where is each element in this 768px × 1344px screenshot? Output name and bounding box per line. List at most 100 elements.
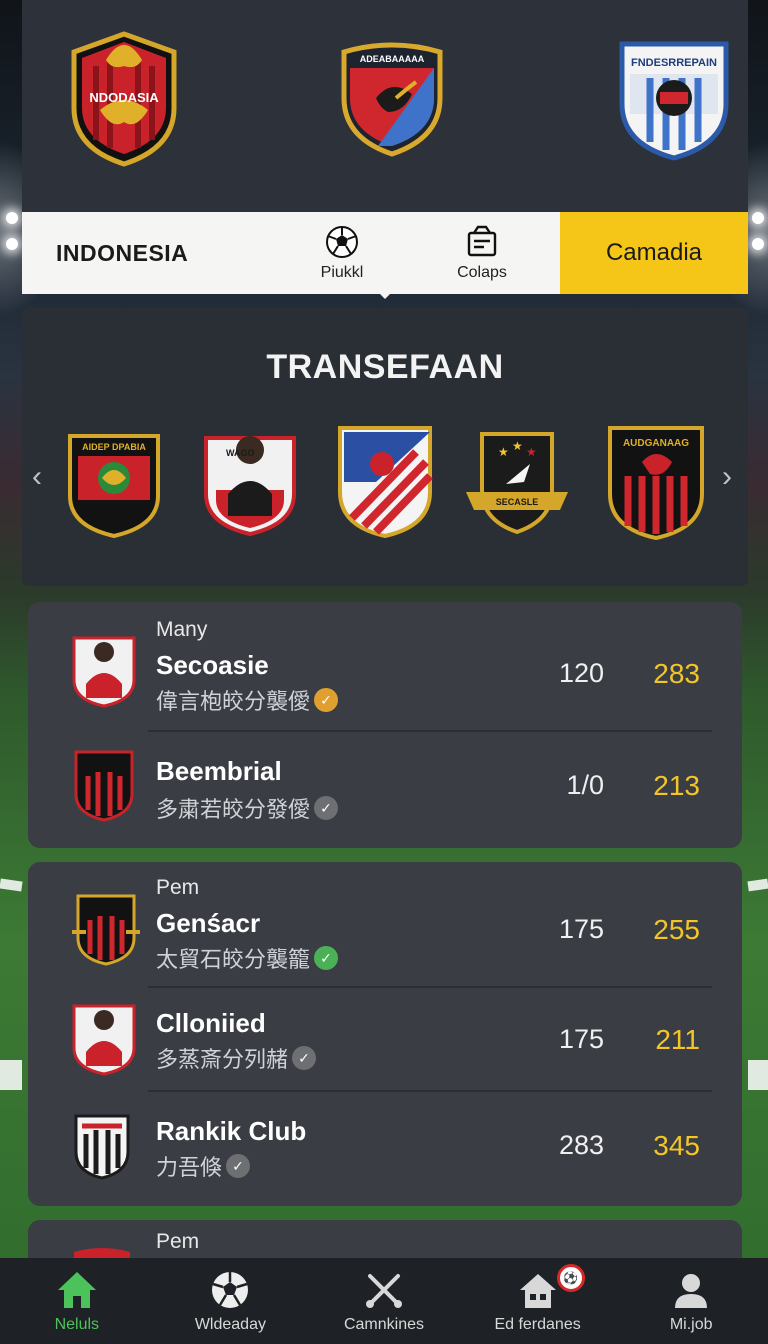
carousel-next-button[interactable]: › [722,460,732,494]
nav-home[interactable]: Neluls [0,1258,154,1344]
row-value-1: 175 [558,1024,604,1054]
carousel-crest-2[interactable]: WAGO [202,420,298,536]
pitch-line [747,878,768,892]
carousel-crest-4[interactable]: ★ ★ ★ SECASLE [464,426,570,536]
player-badge [72,636,136,708]
match-header: NDODASIA ADEABAAAAA FNDESRREPAIN [22,0,748,212]
notification-badge: ⚽ [556,1264,585,1292]
table-row[interactable]: Beembrial 多粛若皎分發僾 ✓ 1/0 213 [28,732,742,844]
row-value-2: 345 [653,1130,700,1161]
row-tag: Pem [156,1230,200,1253]
nav-stadium-label: Ed ferdanes [494,1316,581,1333]
player-badge [72,1004,136,1076]
ranking-group-2: Pem Genśacr 太貿石皎分襲籠 ✓ 175 255 Clloniied … [28,862,742,1206]
status-icon: ✓ [314,946,339,970]
nav-stadium[interactable]: Ed ferdanes ⚽ [461,1258,615,1344]
carousel-crest-1[interactable]: AIDEP DPABIA [66,426,162,538]
away-team-label[interactable]: Camadia [560,212,748,294]
pick-tool-button[interactable]: Piukkl [272,224,412,282]
carousel-crest-5-text: AUDGANAAG [623,438,689,449]
row-subtitle-text: 偉言枹皎分襲僾 [156,689,311,714]
row-tag: Many [156,618,208,641]
svg-text:★: ★ [526,445,537,459]
center-crest[interactable]: ADEABAAAAA [338,38,446,158]
row-subtitle: 力吾倏 ✓ [156,1150,251,1182]
row-name: Beembrial [156,756,282,786]
row-name: Rankik Club [156,1116,307,1146]
away-team-crest[interactable]: FNDESRREPAIN [616,38,732,162]
row-subtitle-text: 力吾倏 [156,1155,223,1180]
nav-competitions[interactable]: Camnkines [307,1258,461,1344]
status-icon: ✓ [314,688,339,712]
pitch-line [0,1060,22,1090]
carousel-crest-5[interactable]: AUDGANAAG [606,422,706,540]
row-value-2: 283 [653,658,700,689]
nav-home-label: Neluls [54,1316,100,1333]
home-crest-text: NDODASIA [89,90,159,105]
club-badge [74,1114,130,1180]
status-icon: ✓ [226,1154,251,1178]
collapse-tool-button[interactable]: Colaps [412,224,552,282]
carousel-crest-2-text: WAGO [226,448,255,458]
row-value-2: 211 [655,1024,700,1055]
row-value-1: 1/0 [566,770,604,800]
row-tag: Pem [156,876,200,899]
svg-text:★: ★ [498,445,509,459]
away-crest-text: FNDESRREPAIN [631,57,717,69]
row-subtitle-text: 多蒸斎分列赭 [156,1047,289,1072]
crossed-tools-icon [365,1274,402,1308]
floodlight [752,212,764,224]
row-subtitle: 多粛若皎分發僾 ✓ [156,792,339,824]
soccer-ball-icon [326,226,358,258]
row-value-1: 120 [558,658,604,688]
team-selector-bar: INDONESIA Piukkl Colaps Camadia [22,212,748,294]
nav-matchday[interactable]: Wldeaday [154,1258,308,1344]
home-team-crest[interactable]: NDODASIA [66,30,182,168]
pick-tool-label: Piukkl [320,264,364,281]
table-row[interactable]: Many Secoasie 偉言枹皎分襲僾 ✓ 120 283 [28,610,742,732]
carousel-crest-4-text: SECASLE [496,497,539,507]
row-value-2: 213 [653,770,700,801]
profile-icon [675,1274,708,1308]
pitch-line [748,1060,768,1090]
carousel-crest-1-text: AIDEP DPABIA [82,442,146,452]
selector-caret [376,290,394,299]
svg-text:★: ★ [512,439,523,453]
floodlight [6,212,18,224]
club-badge [74,750,134,822]
row-name: Secoasie [156,650,269,680]
nav-profile[interactable]: Mi.job [614,1258,768,1344]
row-name: Genśacr [156,908,261,938]
carousel-title: TRANSEFAAN [266,348,504,386]
table-row[interactable]: Clloniied 多蒸斎分列赭 ✓ 175 211 [28,988,742,1092]
row-value-2: 255 [653,914,700,945]
bottom-navigation: Neluls Wldeaday Camnkines Ed ferdanes ⚽ [0,1258,768,1344]
status-icon: ✓ [292,1046,317,1070]
transfer-carousel: TRANSEFAAN AIDEP DPABIA WAGO ★ ★ ★ SECAS… [22,308,748,586]
soccer-ball-icon [212,1272,249,1308]
table-row[interactable]: Pem Genśacr 太貿石皎分襲籠 ✓ 175 255 [28,868,742,988]
center-crest-text: ADEABAAAAA [360,54,425,64]
nav-competitions-label: Camnkines [343,1316,424,1333]
nav-matchday-label: Wldeaday [194,1316,266,1333]
club-badge [72,894,140,966]
floodlight [6,238,18,250]
status-icon: ✓ [314,796,339,820]
nav-profile-label: Mi.job [669,1316,713,1333]
row-subtitle-text: 太貿石皎分襲籠 [156,947,311,972]
row-subtitle: 太貿石皎分襲籠 ✓ [156,942,339,974]
row-subtitle: 偉言枹皎分襲僾 ✓ [156,684,339,716]
row-subtitle-text: 多粛若皎分發僾 [156,797,311,822]
carousel-prev-button[interactable]: ‹ [32,460,42,494]
clipboard-icon [467,225,497,257]
table-row[interactable]: Rankik Club 力吾倏 ✓ 283 345 [28,1092,742,1202]
pitch-line [0,878,23,892]
row-subtitle: 多蒸斎分列赭 ✓ [156,1042,317,1074]
collapse-tool-label: Colaps [457,264,507,281]
row-value-1: 283 [558,1130,604,1160]
home-icon [57,1272,96,1308]
home-team-label[interactable]: INDONESIA [22,240,272,267]
row-name: Clloniied [156,1008,266,1038]
carousel-crest-3[interactable] [336,422,434,538]
stadium-icon [519,1274,556,1308]
